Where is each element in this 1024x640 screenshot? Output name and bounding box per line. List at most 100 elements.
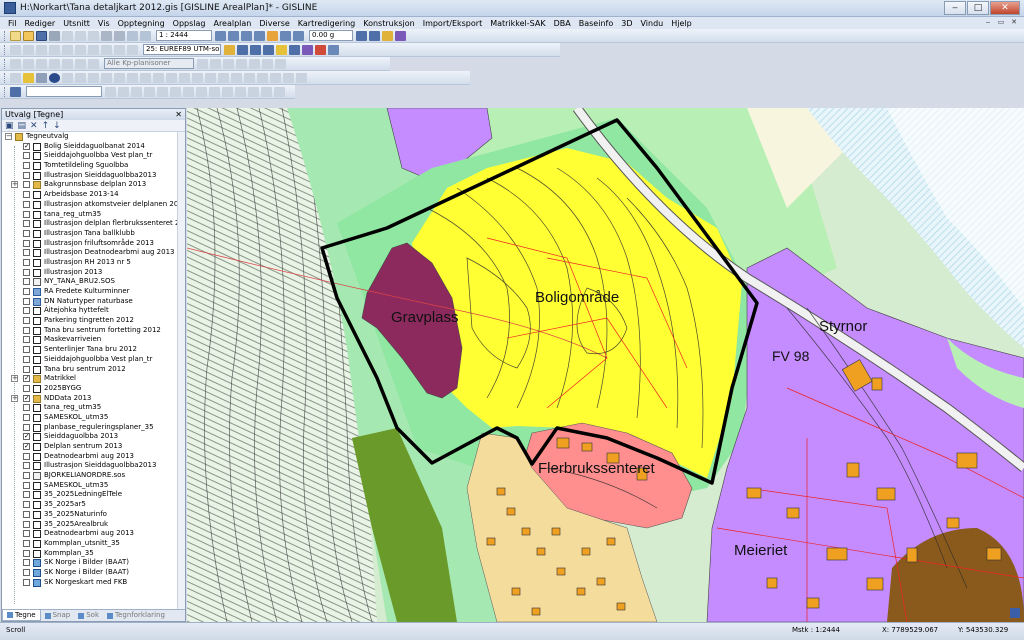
plan-arrow-icon[interactable] [262,58,273,69]
layer-checkbox[interactable] [23,568,30,576]
layer-row[interactable]: Sieiddajohguolbba Vest plan_tr [2,151,185,161]
pan-icon[interactable] [228,30,239,41]
filter-icon[interactable] [369,30,380,41]
layer-row[interactable]: tana_reg_utm35 [2,403,185,413]
menu-vis[interactable]: Vis [94,19,114,28]
plan-edit-icon[interactable] [23,58,34,69]
layer-row[interactable]: Illustrasjon Tana ballklubb [2,229,185,239]
arrow-icon[interactable] [276,44,287,55]
layer-row[interactable]: Arbeidsbase 2013-14 [2,190,185,200]
hatch-icon[interactable] [283,72,294,83]
layer-row[interactable]: Illustrasjon 2013 [2,268,185,278]
mirror-icon[interactable] [179,72,190,83]
polygon-icon[interactable] [263,44,274,55]
print-icon[interactable] [49,30,60,41]
layer-row[interactable]: DN Naturtyper naturbase [2,297,185,307]
layer-row[interactable]: Illustrasjon delplan flerbrukssenteret 2… [2,219,185,229]
menu-baseinfo[interactable]: Baseinfo [575,19,617,28]
hand-icon[interactable] [267,30,278,41]
expand-icon[interactable]: + [11,181,18,189]
plan-zoom-icon[interactable] [197,58,208,69]
rotate-icon[interactable] [166,72,177,83]
text-icon[interactable] [62,72,73,83]
menu-arealplan[interactable]: Arealplan [209,19,255,28]
draw-line-icon[interactable] [88,72,99,83]
layer-row[interactable]: SK Norge i Bilder (BAAT) [2,558,185,568]
plan-export-icon[interactable] [75,58,86,69]
layer-checkbox[interactable] [23,501,30,509]
globe-icon[interactable] [88,44,99,55]
new-file-icon[interactable] [10,30,21,41]
layer-row[interactable]: 35_2025ar5 [2,500,185,510]
menu-konstruksjon[interactable]: Konstruksjon [359,19,418,28]
menu-rediger[interactable]: Rediger [20,19,59,28]
layer-icon[interactable] [49,44,60,55]
paste-geom-icon[interactable] [209,86,220,97]
layer-row[interactable]: Deatnodearbmi aug 2013 [2,452,185,462]
help-icon[interactable] [382,30,393,41]
layer-checkbox[interactable] [23,481,30,489]
validate-icon[interactable] [183,86,194,97]
layer-row[interactable]: 2025BYGG [2,384,185,394]
layer-checkbox[interactable] [23,249,30,257]
layer-checkbox[interactable] [23,268,30,276]
cut-icon[interactable] [62,30,73,41]
menu-diverse[interactable]: Diverse [255,19,293,28]
layer-checkbox[interactable] [23,491,30,499]
mdi-restore-icon[interactable]: ▭ [995,17,1007,28]
maximize-button[interactable]: □ [967,1,989,15]
tab-tegne[interactable]: Tegne [2,610,41,621]
draw-point-icon[interactable] [153,72,164,83]
list-icon[interactable] [10,44,21,55]
menu-vindu[interactable]: Vindu [636,19,667,28]
layer-checkbox[interactable] [23,355,30,363]
layer-row[interactable]: 35_2025Arealbruk [2,520,185,530]
offset-icon[interactable] [231,72,242,83]
expand-icon[interactable]: + [11,375,18,383]
delete-icon[interactable] [315,44,326,55]
layer-checkbox[interactable] [23,210,30,218]
layer-row[interactable]: Tana bru sentrum fortetting 2012 [2,326,185,336]
zoom-window-icon[interactable] [140,30,151,41]
layer-row[interactable]: RA Fredete Kulturminner [2,287,185,297]
layer-checkbox[interactable] [23,346,30,354]
close-button[interactable]: ✕ [990,1,1020,15]
layer-checkbox[interactable] [23,462,30,470]
snap-icon[interactable] [36,44,47,55]
layer-checkbox[interactable] [23,413,30,421]
panel-close-icon[interactable]: ✕ [175,109,182,120]
move-up-icon[interactable]: ↑ [42,121,50,131]
layer-row[interactable]: ✓ Sieiddaguolbba 2013 [2,432,185,442]
menu-hjelp[interactable]: Hjelp [667,19,695,28]
height-field[interactable]: 0.00 g [309,30,353,41]
kp-filter-select[interactable]: Alle Kp-planisoner [104,58,194,69]
grid-icon[interactable] [23,44,34,55]
layer-checkbox[interactable]: ✓ [23,142,30,150]
edit-icon[interactable] [302,44,313,55]
layer-row[interactable]: + ✓ Matrikkel [2,374,185,384]
split-icon[interactable] [218,72,229,83]
layer-checkbox[interactable] [23,404,30,412]
vertex-icon[interactable] [118,86,129,97]
menu-matrikkel-sak[interactable]: Matrikkel-SAK [486,19,549,28]
plan-layer-icon[interactable] [36,58,47,69]
layer-checkbox[interactable] [23,220,30,228]
layer-checkbox[interactable] [23,288,30,295]
layer-row[interactable]: Parkering tingretten 2012 [2,316,185,326]
layer-checkbox[interactable] [23,278,30,286]
redo-icon[interactable] [114,30,125,41]
layer-checkbox[interactable] [23,200,30,208]
layer-checkbox[interactable]: ✓ [23,394,30,402]
layer-row[interactable]: Maskevarriveien [2,335,185,345]
plan-report-icon[interactable] [62,58,73,69]
toolbar-grip[interactable] [4,58,7,69]
node-icon[interactable] [105,86,116,97]
layer-checkbox[interactable] [23,423,30,431]
info-icon[interactable] [62,44,73,55]
layer-checkbox[interactable] [23,472,30,480]
curve-icon[interactable] [144,86,155,97]
layer-checkbox[interactable] [23,307,30,315]
move-icon[interactable] [289,44,300,55]
open-folder-icon[interactable] [23,30,34,41]
copy-geom-icon[interactable] [196,86,207,97]
